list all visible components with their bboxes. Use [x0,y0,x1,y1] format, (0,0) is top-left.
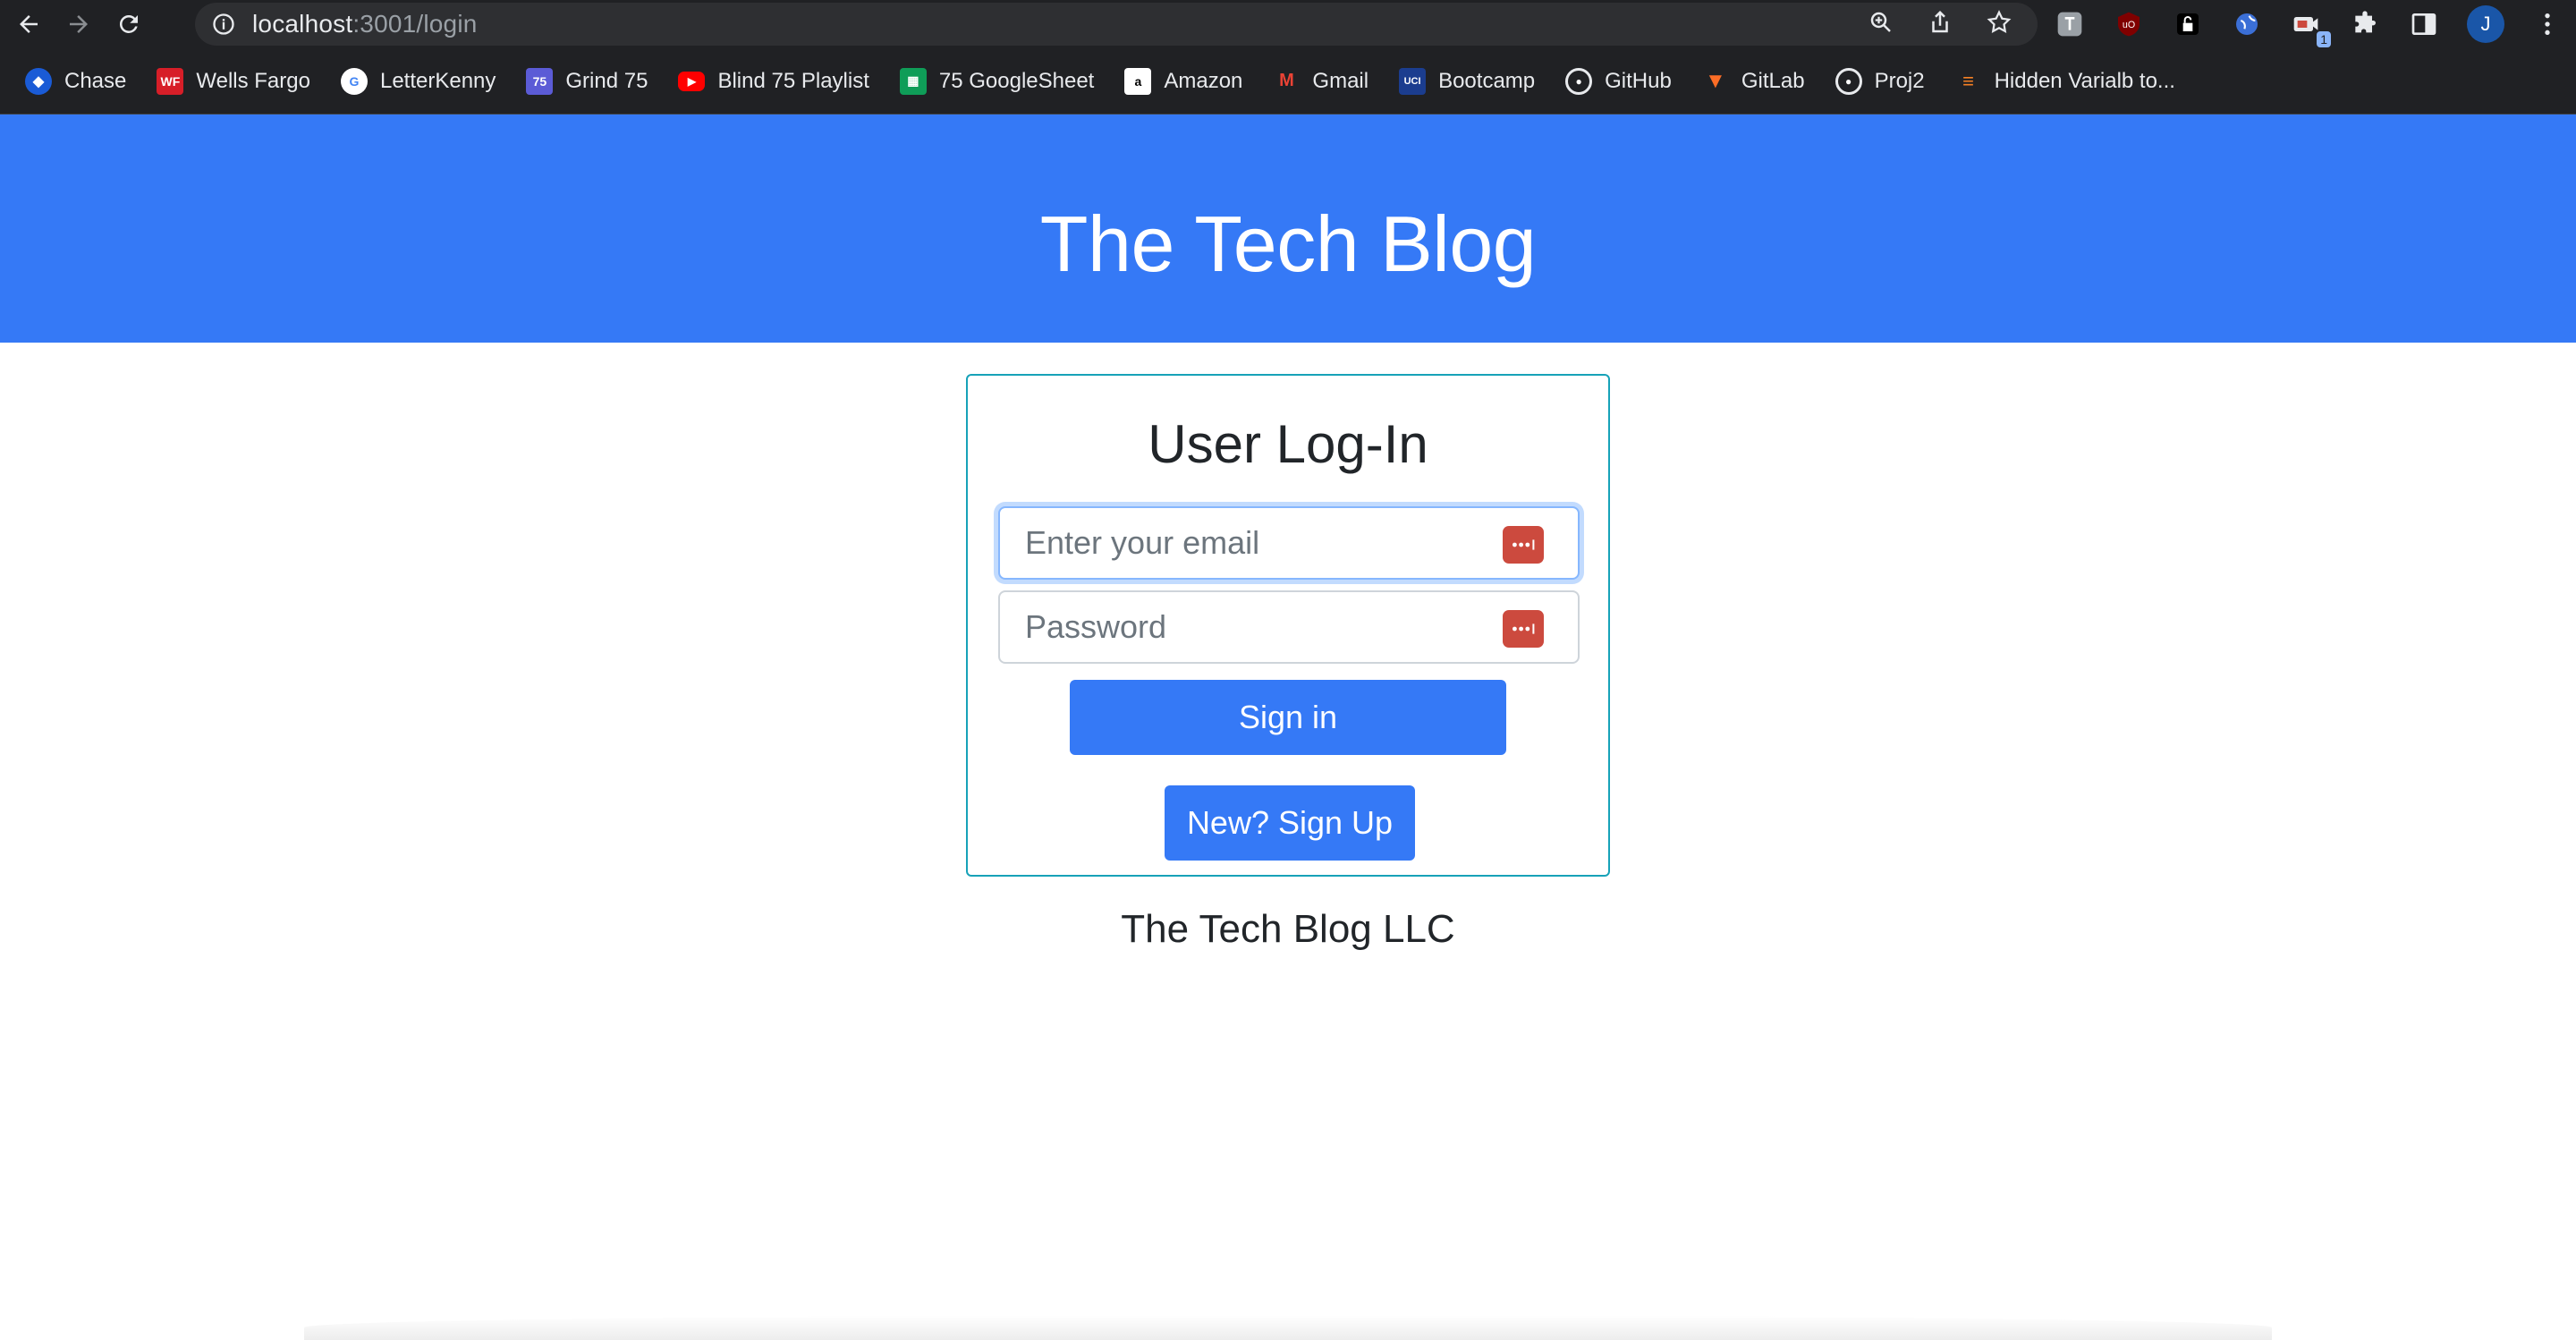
extension-badge: 1 [2317,31,2331,47]
url-path: :3001/login [352,10,478,38]
bookmarks-bar: ◆ Chase WF Wells Fargo G LetterKenny 75 Grind 7… [0,48,2576,114]
bookmark-item[interactable]: ≡ Hidden Varialb to... [1955,68,2175,95]
footer-text: The Tech Blog LLC [1121,907,1455,951]
login-heading: User Log-In [1148,414,1428,474]
github-icon: ● [1835,67,1862,95]
password-manager-icon[interactable] [1503,526,1544,564]
bookmark-star-icon[interactable] [1986,9,2012,40]
uci-icon: UCI [1399,67,1427,95]
password-field[interactable] [998,590,1580,664]
bottom-shadow [304,1315,2272,1340]
profile-avatar[interactable]: J [2467,5,2504,43]
bookmark-label: Chase [64,68,127,93]
bookmark-label: Wells Fargo [196,68,310,93]
reload-button[interactable] [107,3,150,46]
bookmark-label: Gmail [1312,68,1369,93]
bookmark-item[interactable]: WF Wells Fargo [157,67,310,95]
sign-in-button[interactable]: Sign in [1070,680,1506,755]
grind75-icon: 75 [526,67,554,95]
extensions-puzzle-icon[interactable] [2349,8,2381,40]
forward-arrow-icon [70,15,88,33]
url-host: localhost [252,10,353,38]
bookmark-item[interactable]: ▼ GitLab [1702,68,1805,95]
email-input[interactable] [1023,523,1492,563]
bookmark-item[interactable]: ▦ 75 GoogleSheet [899,67,1095,95]
site-info-icon[interactable] [211,12,236,37]
bookmark-item[interactable]: a Amazon [1124,67,1243,95]
ublock-icon[interactable]: uO [2113,8,2145,40]
bookmark-item[interactable]: G LetterKenny [340,67,496,95]
svg-text:uO: uO [2123,20,2135,30]
extension-translate-icon[interactable] [2054,8,2086,40]
lock-extension-icon[interactable] [2172,8,2204,40]
bookmark-item[interactable]: 75 Grind 75 [526,67,648,95]
bookmark-item[interactable]: UCI Bootcamp [1399,67,1536,95]
back-button[interactable] [7,3,50,46]
bookmark-item[interactable]: ● GitHub [1565,67,1672,95]
site-title: The Tech Blog [1039,199,1537,288]
password-input[interactable] [1023,607,1492,647]
browser-toolbar: localhost:3001/login uO 1 J [0,0,2576,48]
bookmark-item[interactable]: ◆ Chase [25,67,127,95]
google-icon: G [340,67,368,95]
chase-icon: ◆ [25,67,52,95]
email-field[interactable] [998,506,1580,580]
bookmark-label: LetterKenny [379,68,496,93]
bookmark-label: Proj2 [1874,68,1925,93]
password-manager-icon[interactable] [1503,610,1544,648]
gmail-icon: M [1279,71,1294,90]
side-panel-icon[interactable] [2408,8,2440,40]
back-arrow-icon [20,15,38,33]
youtube-icon: ▶ [678,71,706,91]
sign-up-button[interactable]: New? Sign Up [1165,785,1415,861]
bookmark-item[interactable]: M Gmail [1273,68,1368,95]
video-extension-icon[interactable]: 1 [2290,8,2331,47]
stackoverflow-icon: ≡ [1962,69,1975,92]
sheets-icon: ▦ [899,67,927,95]
bookmark-item[interactable]: ● Proj2 [1835,67,1925,95]
bookmark-label: Grind 75 [565,68,648,93]
wells-fargo-icon: WF [157,67,184,95]
bookmark-label: Hidden Varialb to... [1994,68,2175,93]
forward-button[interactable] [57,3,100,46]
amazon-icon: a [1124,67,1152,95]
reload-icon [119,14,138,33]
github-icon: ● [1565,67,1593,95]
bookmark-item[interactable]: ▶ Blind 75 Playlist [678,69,869,94]
bookmark-label: 75 GoogleSheet [938,68,1095,93]
chrome-menu-icon[interactable] [2531,8,2563,40]
address-bar[interactable]: localhost:3001/login [195,3,2038,46]
site-header: The Tech Blog [0,114,2576,343]
share-icon[interactable] [1927,9,1953,40]
zoom-icon[interactable] [1868,9,1894,40]
bookmark-label: Bootcamp [1438,68,1536,93]
bookmark-label: Blind 75 Playlist [717,68,869,93]
bookmark-label: GitLab [1741,68,1805,93]
bookmark-label: GitHub [1605,68,1672,93]
bookmark-label: Amazon [1164,68,1243,93]
login-card: User Log-In Sign in New? Sign Up [966,374,1610,877]
url-text: localhost:3001/login [252,10,478,38]
globe-extension-icon[interactable] [2231,8,2263,40]
gitlab-icon: ▼ [1704,68,1726,93]
